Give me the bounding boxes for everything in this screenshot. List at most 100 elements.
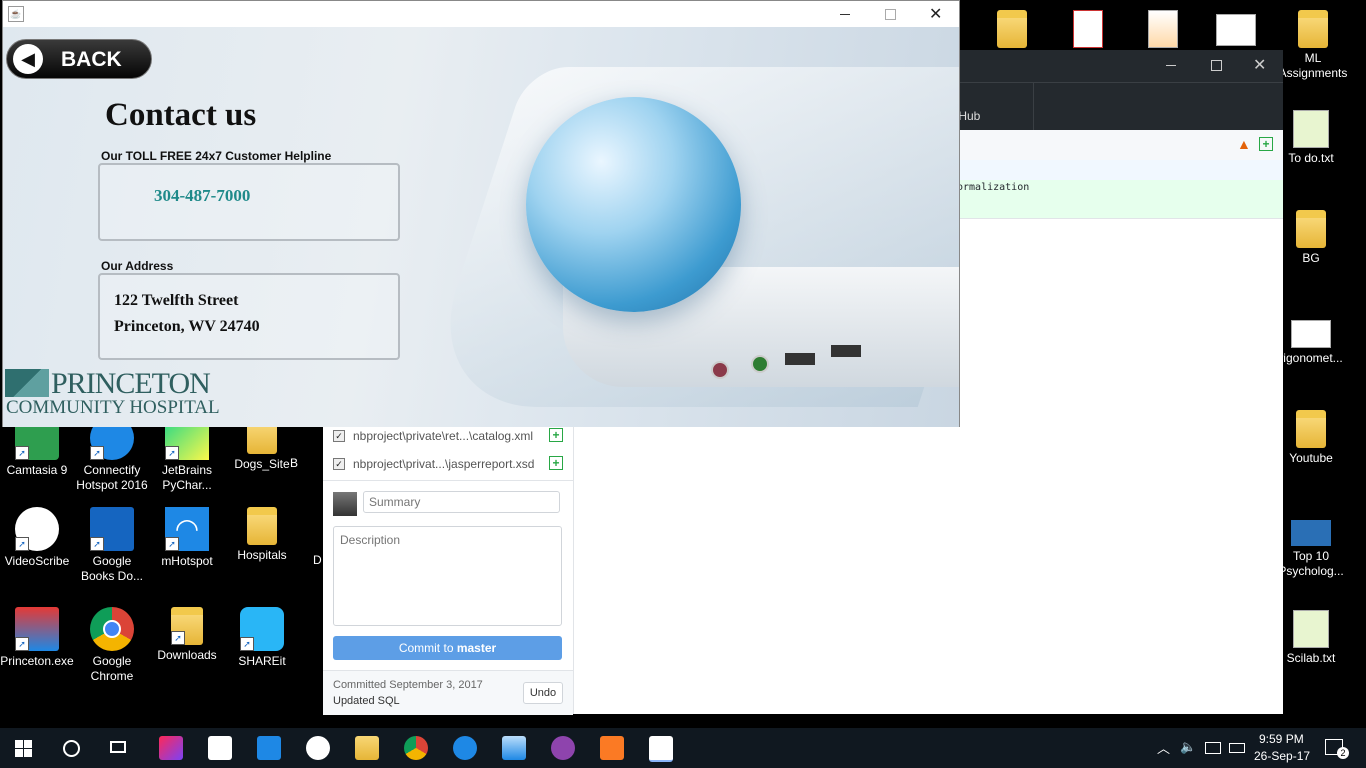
close-icon[interactable]: ✕ [929, 4, 942, 24]
minimize-icon[interactable] [1166, 65, 1176, 66]
shortcut-arrow-icon: ➚ [165, 446, 179, 460]
desktop-icon-label: VideoScribe [4, 554, 70, 568]
checkbox-checked-icon[interactable]: ✓ [333, 458, 345, 470]
github-desktop-icon[interactable] [551, 736, 575, 760]
folder-icon [1298, 10, 1328, 48]
undo-button[interactable]: Undo [523, 682, 563, 704]
desktop-icon-connectify[interactable]: ➚ Connectify Hotspot 2016 [75, 416, 149, 493]
maximize-icon[interactable] [885, 9, 896, 20]
summary-input[interactable] [363, 491, 560, 513]
taskbar: ︿ 🔈 9:59 PM 26-Sep-17 2 [0, 728, 1366, 768]
volume-icon[interactable]: 🔈 [1180, 739, 1196, 755]
desktop-icon-google-books[interactable]: ➚ Google Books Do... [75, 507, 149, 584]
desktop-icon-downloads[interactable]: ➚ Downloads [150, 607, 224, 663]
folder-icon[interactable] [997, 10, 1027, 48]
port-icon [711, 361, 729, 379]
desktop-icon-label: JetBrains PyChar... [161, 463, 213, 492]
folder-icon [1296, 210, 1326, 248]
desktop-icon-label: Connectify Hotspot 2016 [76, 463, 148, 492]
store-icon[interactable] [208, 736, 232, 760]
helpline-label: Our TOLL FREE 24x7 Customer Helpline [101, 149, 332, 163]
windows-start-icon[interactable] [15, 740, 32, 757]
shortcut-arrow-icon: ➚ [165, 537, 179, 551]
globe-illustration [526, 97, 741, 312]
desktop-icon-label: Hospitals [237, 548, 287, 562]
desktop-icon-ml-assignments[interactable]: ML Assignments [1276, 10, 1350, 81]
checkbox-checked-icon[interactable]: ✓ [333, 430, 345, 442]
maximize-icon[interactable] [1211, 60, 1222, 71]
desktop-icon-videoscribe[interactable]: ➚ VideoScribe [0, 507, 74, 569]
port-icon [751, 355, 769, 373]
back-button[interactable]: ◀ BACK [6, 39, 152, 79]
usb-port-icon [831, 345, 861, 357]
desktop-icon-label: mHotspot [161, 554, 213, 568]
cortana-search-icon[interactable] [63, 740, 80, 757]
commit-button[interactable]: Commit to master [333, 636, 562, 660]
contact-content: ◀ BACK Contact us Our TOLL FREE 24x7 Cus… [3, 27, 959, 427]
desktop-icon-mhotspot[interactable]: ◠ ➚ mHotspot [150, 507, 224, 569]
desktop-icon-label: To do.txt [1288, 151, 1334, 165]
xampp-icon[interactable] [600, 736, 624, 760]
address-line-1: 122 Twelfth Street [114, 292, 239, 309]
clock-date[interactable]: 26-Sep-17 [1254, 749, 1310, 763]
description-input[interactable] [333, 526, 562, 626]
desktop-icon-label: D [313, 553, 322, 567]
desktop-icon-scilab[interactable]: Scilab.txt [1274, 610, 1348, 666]
iheartradio-icon[interactable] [306, 736, 330, 760]
task-view-icon[interactable] [110, 741, 126, 753]
phone-number: 304-487-7000 [154, 186, 251, 205]
avatar [333, 492, 357, 516]
close-icon[interactable]: ✕ [1253, 55, 1266, 75]
desktop-icon-label: rigonomet... [1279, 351, 1343, 365]
video-editor-icon[interactable] [257, 736, 281, 760]
arrow-left-icon: ◀ [13, 44, 43, 74]
shareit-icon: ➚ [240, 607, 284, 651]
wifi-icon: ◠ ➚ [165, 507, 209, 551]
desktop-icon-trigonometry[interactable]: rigonomet... [1274, 320, 1348, 366]
shortcut-arrow-icon: ➚ [171, 631, 185, 645]
minimize-icon[interactable] [840, 14, 850, 15]
changed-file-path: nbproject\privat...\jasperreport.xsd [353, 457, 535, 471]
desktop-icon-label: Dogs_Site [234, 457, 290, 471]
desktop-icon-hospitals[interactable]: Hospitals [225, 507, 299, 563]
desktop-icon-pycharm[interactable]: ➚ JetBrains PyChar... [150, 416, 224, 493]
desktop-icon-shareit[interactable]: ➚ SHAREit [225, 607, 299, 669]
logo-text-line2: COMMUNITY HOSPITAL [6, 397, 220, 418]
desktop-icon-princeton-exe[interactable]: ➚ Princeton.exe [0, 607, 74, 669]
chrome-icon[interactable] [404, 736, 428, 760]
document-thumbnail-icon[interactable] [1216, 14, 1256, 46]
desktop-icon-top10[interactable]: Top 10 Psycholog... [1274, 520, 1348, 579]
vlc-file-icon[interactable] [1148, 10, 1178, 48]
network-icon[interactable] [1205, 742, 1221, 754]
desktop-icon-label: Downloads [157, 648, 217, 662]
java-icon[interactable] [649, 736, 673, 762]
battery-icon[interactable] [1229, 743, 1245, 753]
installer-icon: ➚ [15, 607, 59, 651]
hospital-logo: PRINCETON COMMUNITY HOSPITAL [5, 367, 235, 418]
added-file-icon: + [549, 428, 563, 442]
changed-file-row[interactable]: ✓ nbproject\privat...\jasperreport.xsd + [323, 450, 573, 478]
clock-time[interactable]: 9:59 PM [1259, 732, 1304, 746]
desktop-icon-label: SHAREit [238, 654, 286, 668]
connectify-icon[interactable] [453, 736, 477, 760]
desktop-icon-label: Princeton.exe [0, 654, 74, 668]
desktop-icon-youtube[interactable]: Youtube [1274, 410, 1348, 466]
file-explorer-icon[interactable] [355, 736, 379, 760]
commit-branch-name: master [456, 641, 497, 655]
contact-window: ☕ ✕ ◀ BACK Contact us Our TOLL FREE 24x7… [2, 0, 960, 427]
commit-form: Commit to master [323, 480, 573, 671]
virtualbox-icon[interactable] [502, 736, 526, 760]
desktop-icon-chrome[interactable]: Google Chrome [75, 607, 149, 684]
address-line-2: Princeton, WV 24740 [114, 318, 260, 335]
text-file-icon [1293, 610, 1329, 648]
folder-icon [247, 507, 277, 545]
desktop-icon-todo[interactable]: To do.txt [1274, 110, 1348, 166]
shortcut-arrow-icon: ➚ [15, 637, 29, 651]
chevron-up-icon[interactable]: ︿ [1157, 738, 1170, 757]
shortcut-arrow-icon: ➚ [15, 446, 29, 460]
pdf-file-icon[interactable] [1073, 10, 1103, 48]
desktop-icon-bg[interactable]: BG [1274, 210, 1348, 266]
shortcut-arrow-icon: ➚ [240, 637, 254, 651]
notification-count: 2 [1337, 747, 1349, 759]
intellij-icon[interactable] [159, 736, 183, 760]
